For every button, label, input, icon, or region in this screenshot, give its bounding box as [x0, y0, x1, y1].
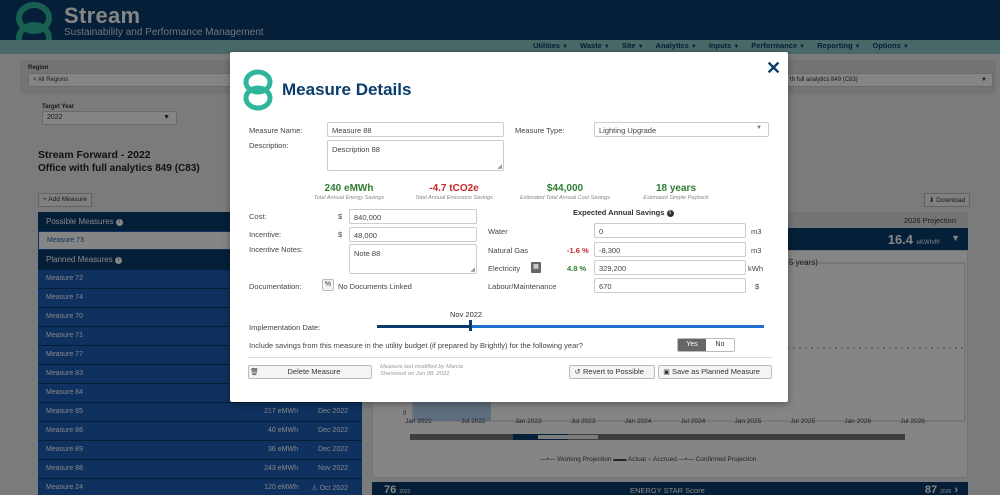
natural-gas-label: Natural Gas: [488, 246, 529, 255]
implementation-date-slider-fill: [377, 325, 470, 328]
electricity-label: Electricity: [488, 264, 521, 273]
documentation-label: Documentation:: [249, 282, 302, 291]
close-icon[interactable]: ✕: [766, 58, 781, 79]
incentive-currency: $: [338, 230, 343, 239]
description-textarea[interactable]: Description 88 ◢: [327, 140, 504, 171]
save-as-planned-button[interactable]: ▣ Save as Planned Measure: [658, 365, 772, 379]
revert-to-possible-button[interactable]: ↺ Revert to Possible: [569, 365, 655, 379]
water-input[interactable]: 0: [594, 223, 746, 238]
trash-icon: 🗑: [250, 369, 259, 376]
link-document-icon[interactable]: %: [322, 279, 334, 291]
implementation-date-slider-handle[interactable]: [468, 320, 472, 331]
calculator-icon[interactable]: ▦: [531, 262, 541, 273]
modal-divider: [248, 357, 772, 358]
incentive-notes-label: Incentive Notes:: [249, 245, 303, 254]
include-savings-toggle[interactable]: Yes No: [677, 338, 735, 352]
natural-gas-unit: m3: [751, 246, 762, 255]
natural-gas-input[interactable]: -8,300: [594, 242, 746, 257]
electricity-input[interactable]: 329,200: [594, 260, 746, 275]
natural-gas-pct: -1.6 %: [567, 246, 589, 255]
info-icon[interactable]: i: [666, 210, 674, 217]
modal-title: Measure Details: [282, 80, 412, 99]
water-label: Water: [488, 227, 508, 236]
include-savings-label: Include savings from this measure in the…: [249, 341, 583, 350]
toggle-yes[interactable]: Yes: [678, 339, 706, 351]
measure-name-input[interactable]: Measure 88: [327, 122, 504, 137]
measure-type-select[interactable]: Lighting Upgrade ▼: [594, 122, 769, 137]
resize-grip-icon[interactable]: ◢: [497, 163, 502, 170]
last-modified-note: Measure last modified by Marcie Sherwood …: [380, 364, 464, 377]
stream-logo-icon: [243, 69, 273, 111]
toggle-no[interactable]: No: [706, 339, 734, 351]
electricity-pct: 4.8 %: [567, 264, 587, 273]
cost-label: Cost:: [249, 212, 267, 221]
implementation-date-label: Implementation Date:: [249, 323, 321, 332]
electricity-unit: kWh: [748, 264, 763, 273]
incentive-label: Incentive:: [249, 230, 282, 239]
kpi-cost-savings: $44,000 Estimated Total Annual Cost Savin…: [519, 183, 611, 201]
measure-details-modal: Measure Details ✕ Measure Name: Measure …: [230, 52, 788, 402]
measure-name-label: Measure Name:: [249, 126, 303, 135]
incentive-input[interactable]: 48,000: [349, 227, 477, 242]
delete-measure-button[interactable]: 🗑 Delete Measure: [248, 365, 372, 379]
labour-unit: $: [755, 282, 760, 291]
water-unit: m3: [751, 227, 762, 236]
kpi-simple-payback: 18 years Estimated Simple Payback: [643, 183, 709, 201]
expected-savings-title: Expected Annual Savings i: [573, 208, 674, 217]
kpi-emissions-savings: -4.7 tCO2e Total Annual Emissions Savings: [415, 183, 493, 201]
description-label: Description:: [249, 141, 289, 150]
kpi-energy-savings: 240 eMWh Total Annual Energy Savings: [313, 183, 385, 201]
chevron-down-icon: ▼: [756, 125, 762, 131]
resize-grip-icon[interactable]: ◢: [470, 266, 475, 273]
save-icon: ▣: [663, 369, 670, 376]
cost-currency: $: [338, 212, 343, 221]
measure-type-label: Measure Type:: [515, 126, 565, 135]
undo-icon: ↺: [574, 369, 581, 376]
documentation-value: No Documents Linked: [338, 282, 412, 291]
implementation-date-value: Nov 2022: [450, 310, 483, 319]
incentive-notes-textarea[interactable]: Note 88 ◢: [349, 244, 477, 274]
labour-input[interactable]: 670: [594, 278, 746, 293]
labour-label: Labour/Maintenance: [488, 282, 557, 291]
cost-input[interactable]: 840,000: [349, 209, 477, 224]
